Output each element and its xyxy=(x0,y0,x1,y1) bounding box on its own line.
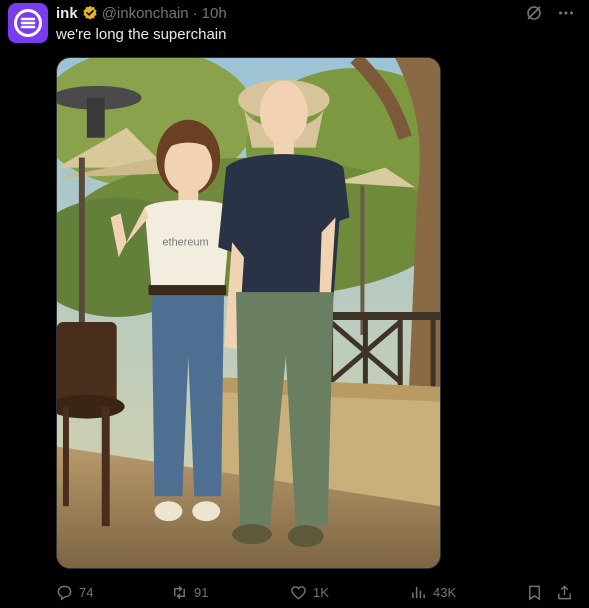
bookmark-icon xyxy=(529,585,540,600)
views-icon xyxy=(412,586,425,598)
post-time[interactable]: 10h xyxy=(202,5,227,22)
share-button[interactable] xyxy=(556,584,573,601)
views-button[interactable]: 43K xyxy=(410,584,456,601)
post-actions: 74 91 1K 43K xyxy=(56,582,577,602)
reply-button[interactable]: 74 xyxy=(56,584,93,601)
post-image[interactable]: ethereum xyxy=(56,57,441,569)
author-handle[interactable]: @inkonchain xyxy=(102,5,189,22)
shirt-text: ethereum xyxy=(162,236,208,248)
post: ink @inkonchain · 10h we're long the sup… xyxy=(0,0,589,608)
more-icon[interactable] xyxy=(557,4,575,22)
like-count: 1K xyxy=(313,584,329,600)
separator-dot: · xyxy=(192,4,198,22)
like-icon xyxy=(291,585,306,600)
share-icon xyxy=(558,584,571,599)
bookmark-button[interactable] xyxy=(526,584,543,601)
repost-button[interactable]: 91 xyxy=(171,584,208,601)
post-header: ink @inkonchain · 10h xyxy=(56,4,227,22)
author-name[interactable]: ink xyxy=(56,5,78,22)
verified-badge-icon xyxy=(82,5,98,21)
avatar[interactable] xyxy=(8,3,48,43)
views-count: 43K xyxy=(433,584,457,600)
post-top-actions xyxy=(525,4,575,22)
like-button[interactable]: 1K xyxy=(290,584,329,601)
ink-logo-icon xyxy=(14,9,42,37)
repost-icon xyxy=(174,585,185,599)
repost-count: 91 xyxy=(194,584,209,600)
reply-icon xyxy=(57,585,72,600)
post-text: we're long the superchain xyxy=(56,26,227,43)
reply-count: 74 xyxy=(79,584,94,600)
grok-icon[interactable] xyxy=(525,4,543,22)
